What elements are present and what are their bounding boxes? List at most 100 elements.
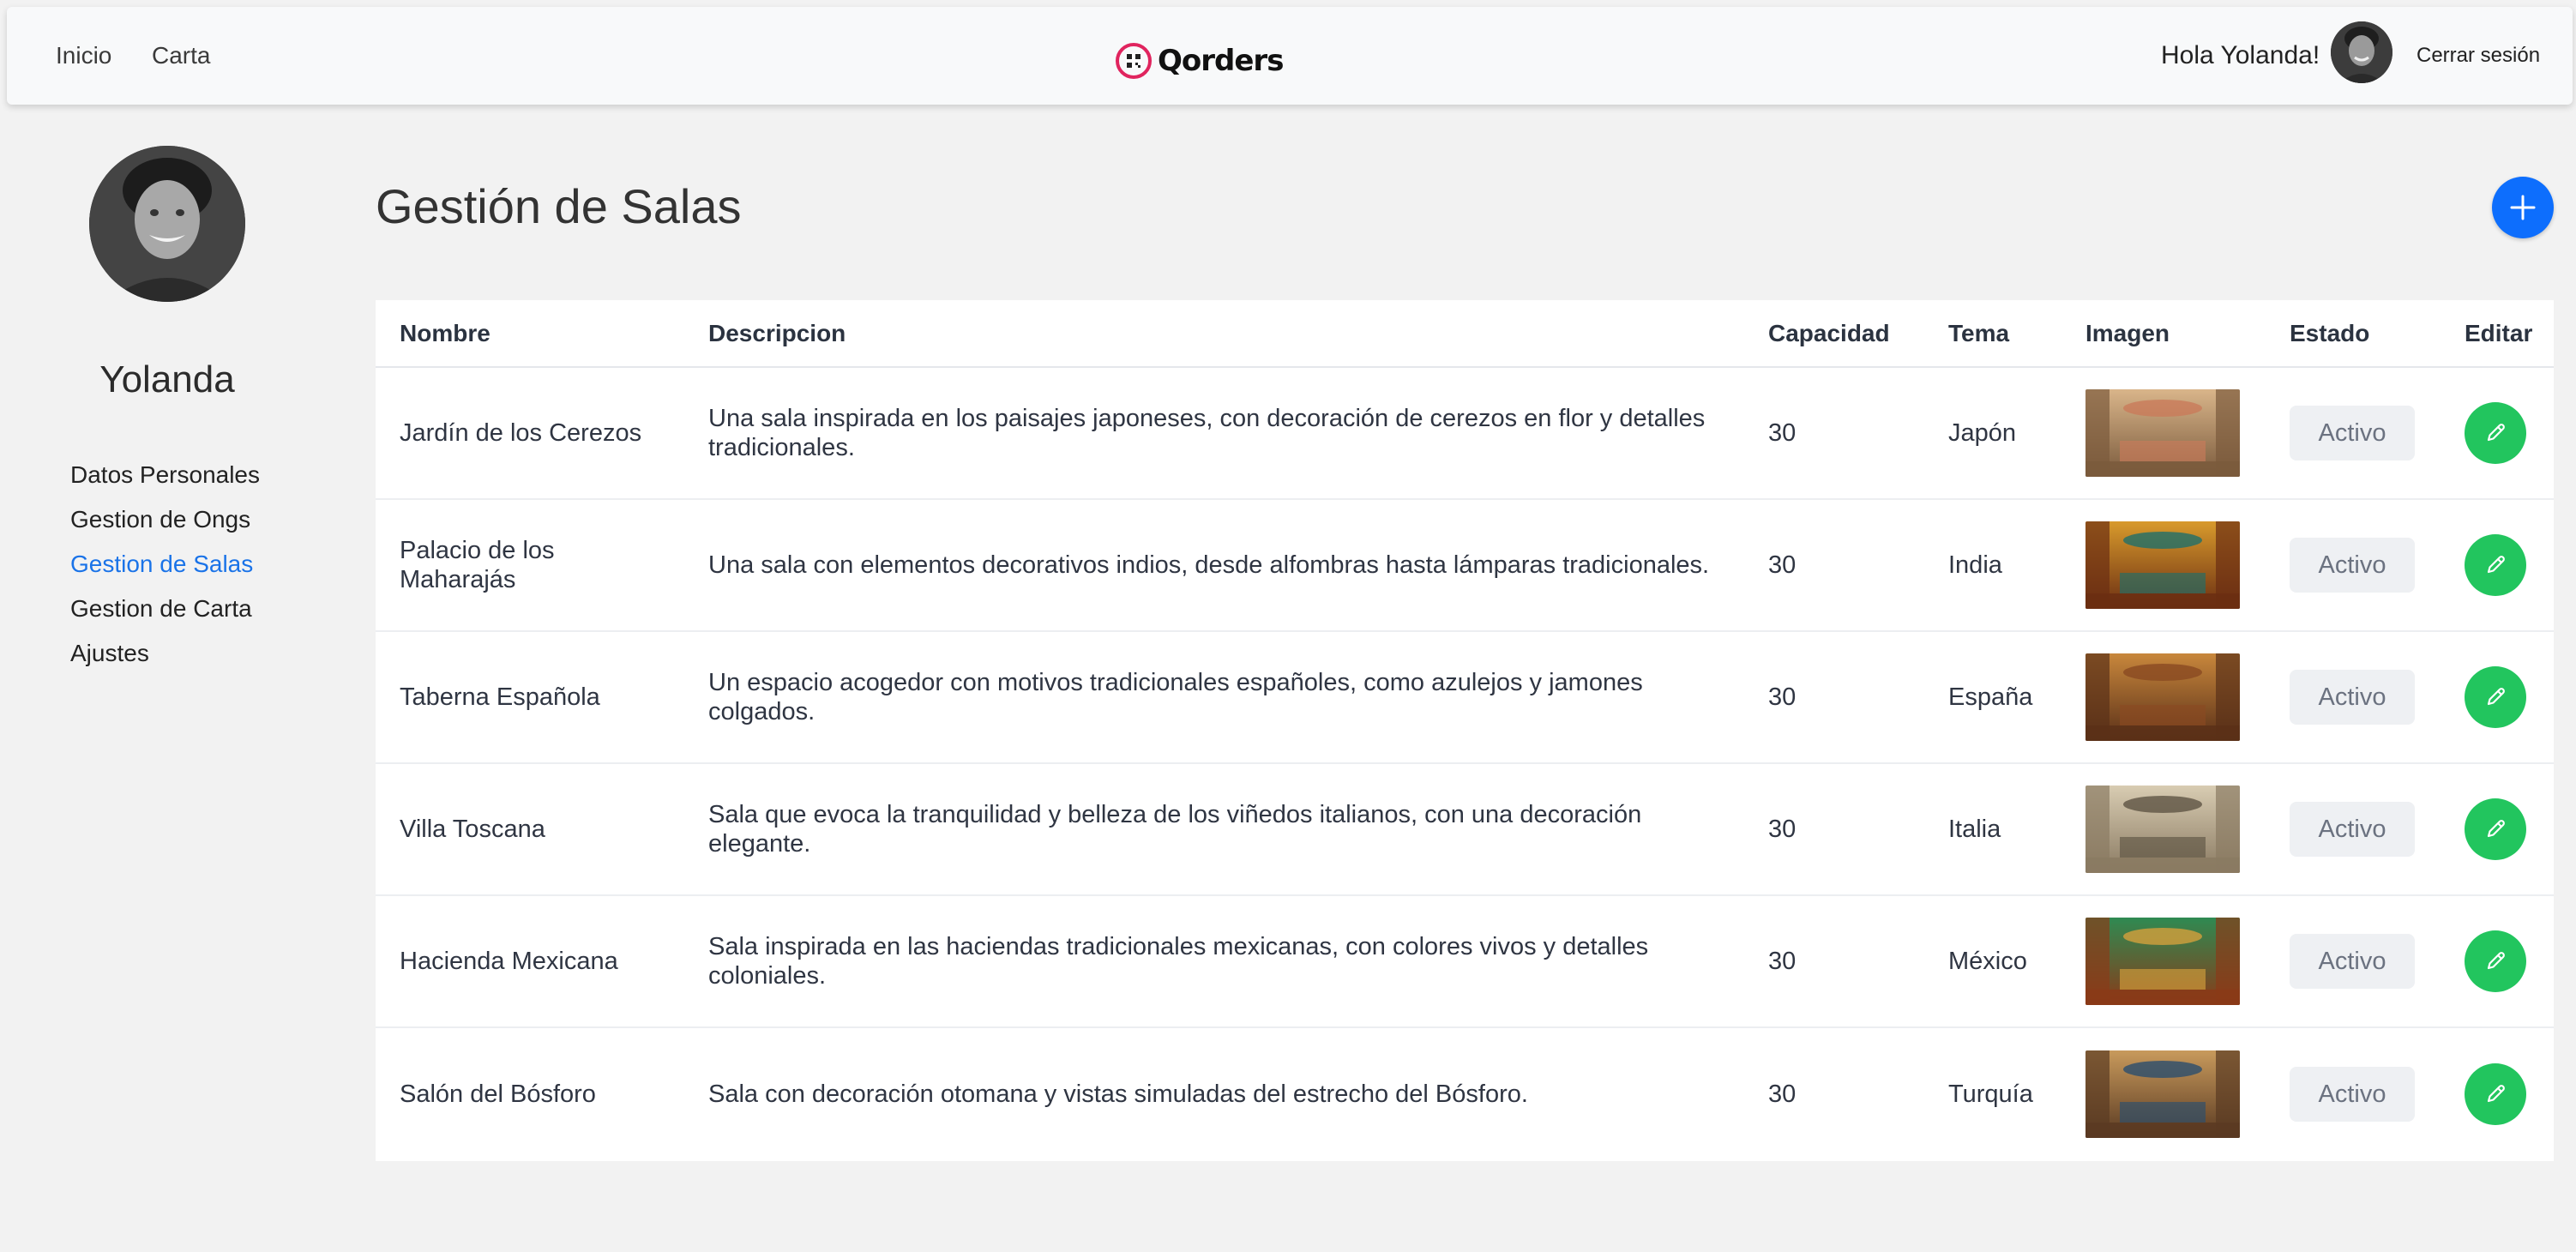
room-description: Sala que evoca la tranquilidad y belleza… xyxy=(684,763,1744,896)
room-edit-cell xyxy=(2441,631,2554,764)
table-row: Jardín de los Cerezos Una sala inspirada … xyxy=(376,367,2554,500)
plus-icon xyxy=(2510,195,2536,220)
room-name: Jardín de los Cerezos xyxy=(376,367,684,500)
room-image-cell xyxy=(2061,1027,2266,1159)
header-estado: Estado xyxy=(2266,300,2441,368)
room-status-cell: Activo xyxy=(2266,1027,2441,1159)
room-edit-cell xyxy=(2441,367,2554,500)
pencil-icon xyxy=(2487,556,2505,574)
room-capacity: 30 xyxy=(1768,1080,1797,1108)
profile-avatar xyxy=(89,146,245,302)
room-thumbnail xyxy=(2085,521,2240,609)
edit-room-button[interactable] xyxy=(2465,534,2526,596)
room-status-cell: Activo xyxy=(2266,763,2441,896)
room-theme: México xyxy=(1924,895,2061,1028)
room-edit-cell xyxy=(2441,763,2554,896)
user-avatar[interactable] xyxy=(2331,21,2392,83)
edit-room-button[interactable] xyxy=(2465,798,2526,860)
add-room-button[interactable] xyxy=(2492,177,2554,238)
room-description: Una sala con elementos decorativos indio… xyxy=(684,499,1744,632)
room-image-cell xyxy=(2061,763,2266,896)
room-description: Una sala inspirada en los paisajes japon… xyxy=(684,367,1744,500)
room-capacity: 30 xyxy=(1744,367,1924,500)
room-edit-cell xyxy=(2441,895,2554,1028)
room-theme: Turquía xyxy=(1948,1080,2033,1108)
room-name: Salón del Bósforo xyxy=(400,1080,596,1108)
rooms-table: Nombre Descripcion Capacidad Tema Imagen… xyxy=(376,300,2554,1159)
room-image-cell xyxy=(2061,499,2266,632)
room-status-cell: Activo xyxy=(2266,631,2441,764)
sidebar-item-gestion-de-ongs[interactable]: Gestion de Ongs xyxy=(70,503,260,547)
room-theme: India xyxy=(1924,499,2061,632)
edit-room-button[interactable] xyxy=(2465,930,2526,992)
status-badge: Activo xyxy=(2290,406,2415,460)
room-thumbnail xyxy=(2085,786,2240,873)
room-edit-cell xyxy=(2441,499,2554,632)
room-capacity: 30 xyxy=(1744,763,1924,896)
table-row: Salón del Bósforo Sala con decoración oto… xyxy=(376,1027,2554,1159)
status-badge: Activo xyxy=(2290,670,2415,725)
brand-logo[interactable]: Qorders xyxy=(1115,39,1284,82)
header-imagen: Imagen xyxy=(2061,300,2266,368)
edit-room-button[interactable] xyxy=(2465,402,2526,464)
sidebar-item-ajustes[interactable]: Ajustes xyxy=(70,636,260,681)
room-thumbnail xyxy=(2085,653,2240,741)
nav-link-carta[interactable]: Carta xyxy=(152,7,210,105)
table-row: Palacio de los Maharajás Una sala con ele… xyxy=(376,499,2554,632)
header-nombre: Nombre xyxy=(376,300,684,368)
room-thumbnail xyxy=(2085,1050,2240,1138)
table-row: Hacienda Mexicana Sala inspirada en las h… xyxy=(376,895,2554,1028)
logout-link[interactable]: Cerrar sesión xyxy=(2417,7,2540,105)
room-status-cell: Activo xyxy=(2266,367,2441,500)
room-name: Villa Toscana xyxy=(376,763,684,896)
profile-photo xyxy=(89,146,245,302)
edit-room-button[interactable] xyxy=(2465,666,2526,728)
room-status-cell: Activo xyxy=(2266,499,2441,632)
profile-name: Yolanda xyxy=(99,358,235,400)
table-row: Villa Toscana Sala que evoca la tranquili… xyxy=(376,763,2554,896)
room-theme: España xyxy=(1924,631,2061,764)
room-description: Sala con decoración otomana y vistas sim… xyxy=(708,1080,1528,1108)
pencil-icon xyxy=(2487,424,2505,442)
room-description: Sala inspirada en las haciendas tradicio… xyxy=(684,895,1744,1028)
status-badge: Activo xyxy=(2290,538,2415,593)
room-capacity: 30 xyxy=(1744,895,1924,1028)
pencil-icon xyxy=(2487,820,2505,838)
room-theme: Japón xyxy=(1924,367,2061,500)
rooms-table-card: Nombre Descripcion Capacidad Tema Imagen… xyxy=(376,300,2554,1161)
room-image-cell xyxy=(2061,631,2266,764)
header-capacidad: Capacidad xyxy=(1744,300,1924,368)
sidebar-item-datos-personales[interactable]: Datos Personales xyxy=(70,458,260,503)
room-image-cell xyxy=(2061,895,2266,1028)
room-capacity: 30 xyxy=(1744,499,1924,632)
header-tema: Tema xyxy=(1924,300,2061,368)
room-theme: Italia xyxy=(1924,763,2061,896)
status-badge: Activo xyxy=(2290,1066,2415,1122)
room-name: Hacienda Mexicana xyxy=(376,895,684,1028)
room-name: Taberna Española xyxy=(376,631,684,764)
edit-room-button[interactable] xyxy=(2465,1062,2526,1125)
sidebar-menu: Datos Personales Gestion de Ongs Gestion d… xyxy=(70,458,260,681)
brand-name: Qorders xyxy=(1158,44,1284,78)
pencil-icon xyxy=(2487,952,2505,970)
room-thumbnail xyxy=(2085,389,2240,477)
user-greeting: Hola Yolanda! xyxy=(2161,41,2320,69)
pencil-icon xyxy=(2487,1084,2505,1102)
room-capacity: 30 xyxy=(1744,631,1924,764)
room-description: Un espacio acogedor con motivos tradicio… xyxy=(684,631,1744,764)
nav-link-inicio[interactable]: Inicio xyxy=(56,7,111,105)
table-row: Taberna Española Un espacio acogedor con … xyxy=(376,631,2554,764)
room-thumbnail xyxy=(2085,918,2240,1005)
room-edit-cell xyxy=(2441,1027,2554,1159)
room-status-cell: Activo xyxy=(2266,895,2441,1028)
sidebar-item-gestion-de-carta[interactable]: Gestion de Carta xyxy=(70,592,260,636)
room-name: Palacio de los Maharajás xyxy=(376,499,684,632)
qr-logo-icon xyxy=(1116,43,1152,79)
status-badge: Activo xyxy=(2290,802,2415,857)
header-descripcion: Descripcion xyxy=(684,300,1744,368)
page-title: Gestión de Salas xyxy=(376,179,742,233)
table-header-row: Nombre Descripcion Capacidad Tema Imagen… xyxy=(376,300,2554,368)
sidebar-item-gestion-de-salas[interactable]: Gestion de Salas xyxy=(70,547,260,592)
room-image-cell xyxy=(2061,367,2266,500)
top-navbar: Inicio Carta Qorders Hola Yolanda! Cerra… xyxy=(7,7,2573,105)
